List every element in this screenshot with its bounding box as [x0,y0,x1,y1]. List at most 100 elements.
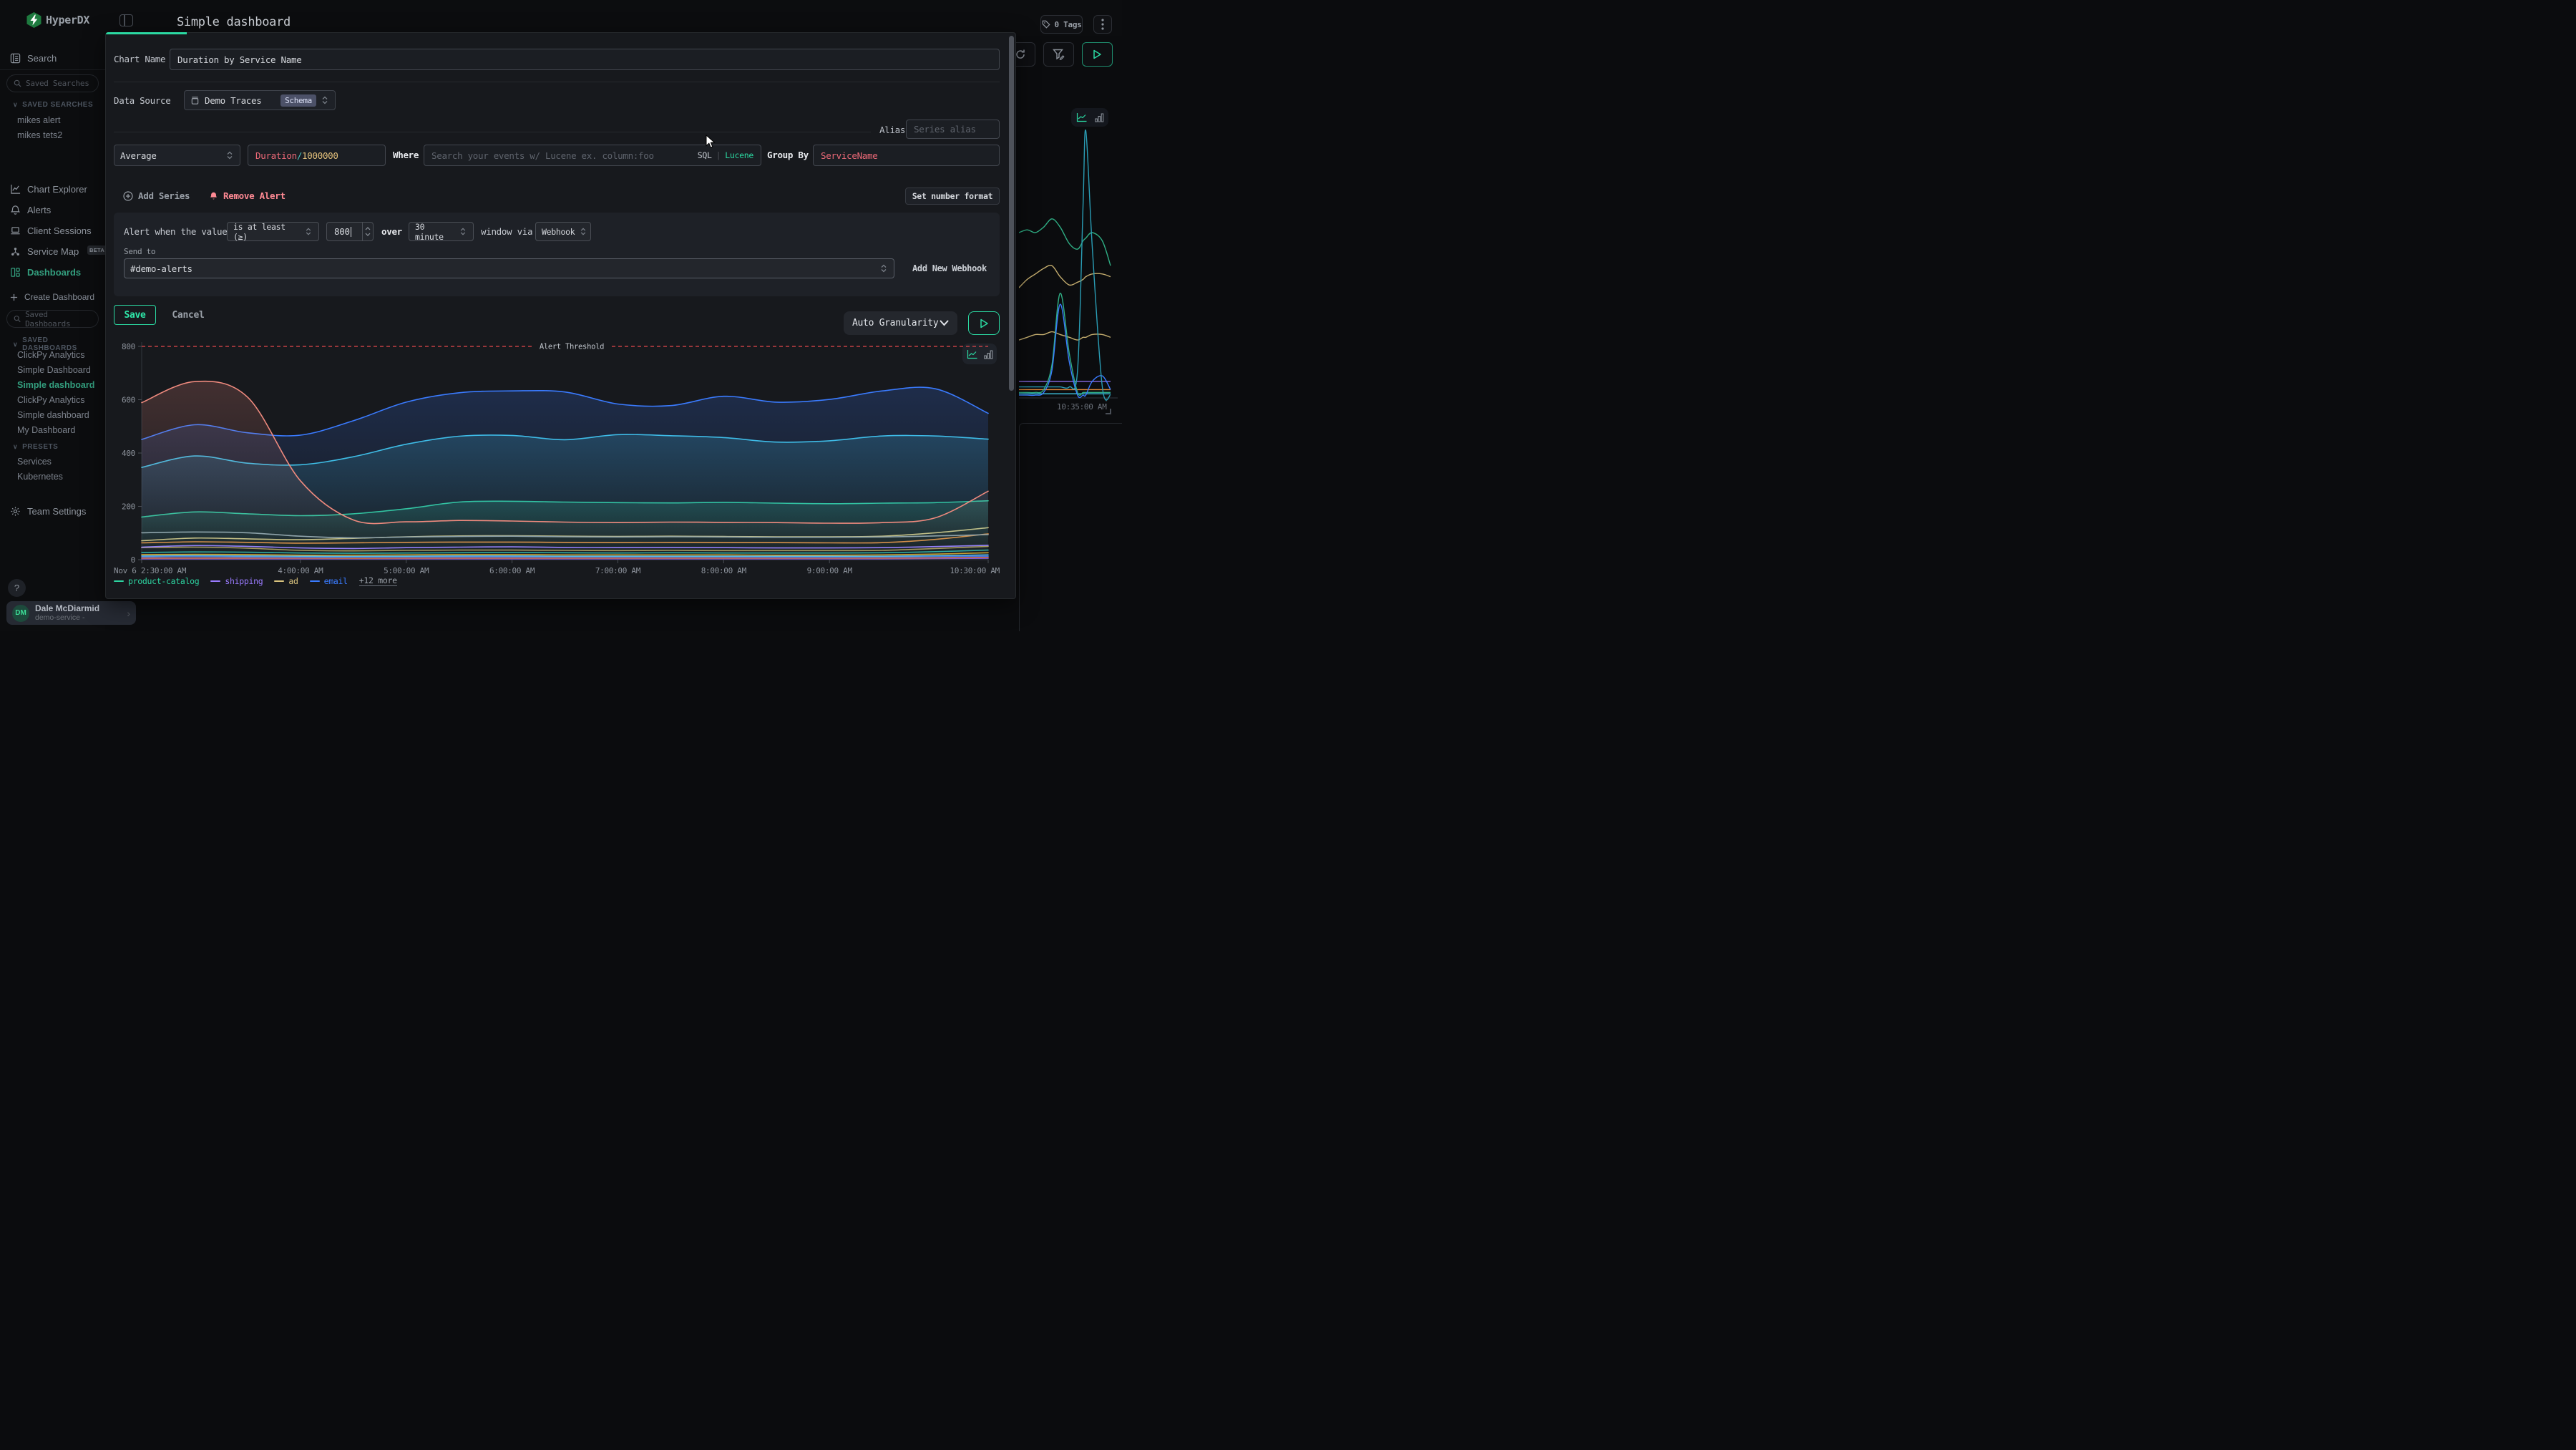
gear-icon [9,505,21,517]
cancel-button[interactable]: Cancel [167,305,210,325]
saved-searches-search-input[interactable]: Saved Searches [6,74,99,92]
user-card[interactable]: DM Dale McDiarmid demo-service - › [6,601,136,625]
list-item[interactable]: Simple dashboard [17,410,102,420]
chevron-down-icon: ∨ [13,443,18,451]
saved-dashboards-search-input[interactable]: Saved Dashboards [6,310,99,328]
legend-item[interactable]: email [310,576,348,586]
alert-threshold-input[interactable]: 800 [326,222,374,241]
stepper-up-icon[interactable] [365,227,371,230]
run-query-button[interactable] [1082,42,1113,67]
field-expression-input[interactable]: Duration/1000000 [248,145,386,166]
sidebar-item-dashboards[interactable]: Dashboards [0,263,105,281]
sidebar-toggle-icon[interactable] [119,14,133,26]
granularity-select[interactable]: Auto Granularity [844,311,957,335]
tags-button[interactable]: 0 Tags [1040,15,1083,34]
sidebar-item-label: Search [27,53,57,64]
alert-window-value: 30 minute [415,222,454,242]
sql-option[interactable]: SQL [698,150,712,160]
list-item[interactable]: mikes alert [17,115,102,125]
sidebar-item-team-settings[interactable]: Team Settings [0,502,105,520]
help-button[interactable]: ? [8,579,26,597]
chevron-down-icon: ∨ [13,101,18,109]
search-icon [14,79,21,87]
set-number-format-label: Set number format [912,191,993,201]
presets-heading: PRESETS [22,443,58,451]
user-name: Dale McDiarmid [35,604,99,613]
alias-placeholder: Series alias [914,124,976,135]
select-chevrons-icon [459,227,467,236]
add-series-button[interactable]: Add Series [123,190,190,201]
aggregation-select[interactable]: Average [114,145,240,166]
legend-item[interactable]: product-catalog [114,576,199,586]
alert-window-select[interactable]: 30 minute [409,222,474,241]
svg-text:5:00:00 AM: 5:00:00 AM [384,566,429,573]
panel-resize-handle[interactable] [1106,409,1111,414]
number-stepper[interactable] [362,223,373,240]
sidebar-item-alerts[interactable]: Alerts [0,200,105,219]
chart-name-input[interactable]: Duration by Service Name [170,49,1000,70]
data-source-select[interactable]: Demo Traces Schema [184,90,336,110]
sidebar-item-search[interactable]: Search [0,49,105,67]
data-source-label: Data Source [114,95,170,106]
send-to-select[interactable]: #demo-alerts [124,258,894,278]
number-token: 1000000 [302,150,338,161]
more-menu-button[interactable] [1093,15,1112,34]
save-button-label: Save [124,310,145,321]
sidebar-item-chart-explorer[interactable]: Chart Explorer [0,180,105,198]
chart-name-label: Chart Name [114,54,165,64]
legend-more-button[interactable]: +12 more [359,575,397,586]
list-item[interactable]: Simple Dashboard [17,365,102,375]
save-button[interactable]: Save [114,305,156,325]
where-search-input[interactable]: Search your events w/ Lucene ex. column:… [424,145,761,166]
group-by-input[interactable]: ServiceName [813,145,1000,166]
sidebar-item-service-map[interactable]: Service Map BETA [0,242,105,261]
legend-item[interactable]: ad [274,576,298,586]
sidebar-item-label: Chart Explorer [27,184,87,195]
remove-alert-button[interactable]: Remove Alert [209,190,286,201]
sidebar-item-client-sessions[interactable]: Client Sessions [0,221,105,240]
alert-condition-select[interactable]: is at least (≥) [227,222,319,241]
list-item[interactable]: mikes tets2 [17,130,102,140]
bell-icon [209,191,218,201]
run-chart-button[interactable] [968,311,1000,335]
chevron-down-icon [940,320,949,326]
list-item[interactable]: Simple dashboard [17,380,102,390]
legend-item[interactable]: shipping [210,576,263,586]
list-item[interactable]: Services [17,457,102,467]
svg-text:10:30:00 AM: 10:30:00 AM [950,566,1000,573]
bell-icon [9,204,21,215]
svg-text:9:00:00 AM: 9:00:00 AM [807,566,853,573]
window-via-label: window via [481,226,532,237]
avatar: DM [12,605,29,622]
next-panel-border [1019,423,1122,631]
aggregation-value: Average [120,150,221,161]
query-language-switch[interactable]: SQL | Lucene [698,150,753,160]
background-dashboard-panel: 10:35:00 AM [1016,36,1122,631]
filter-button[interactable] [1043,42,1074,67]
legend-swatch [310,580,320,582]
select-chevrons-icon [225,150,234,160]
create-dashboard-button[interactable]: Create Dashboard [0,288,105,306]
filter-icon [1053,49,1065,60]
play-icon [1093,49,1102,59]
presets-section-header[interactable]: ∨ PRESETS [13,443,58,451]
alert-channel-select[interactable]: Webhook [535,222,591,241]
list-item[interactable]: ClickPy Analytics [17,395,102,405]
add-new-webhook-button[interactable]: Add New Webhook [912,263,987,273]
scrollbar-thumb[interactable] [1009,36,1014,391]
list-item[interactable]: ClickPy Analytics [17,350,102,360]
alert-condition-value: is at least (≥) [233,222,300,242]
list-item[interactable]: My Dashboard [17,425,102,435]
chevron-right-icon: › [127,608,130,619]
chart-plot-area[interactable]: 0200400600800Nov 6 2:30:00 AM4:00:00 AM5… [114,337,1000,573]
list-item[interactable]: Kubernetes [17,472,102,482]
saved-searches-section-header[interactable]: ∨ SAVED SEARCHES [13,101,93,109]
chevron-down-icon: ∨ [13,341,18,349]
legend-label: product-catalog [128,576,199,586]
lucene-option[interactable]: Lucene [725,150,753,160]
set-number-format-button[interactable]: Set number format [905,188,1000,205]
svg-text:Alert Threshold: Alert Threshold [540,343,604,351]
alias-input[interactable]: Series alias [906,120,1000,139]
legend-label: shipping [225,576,263,586]
stepper-down-icon[interactable] [365,233,371,236]
